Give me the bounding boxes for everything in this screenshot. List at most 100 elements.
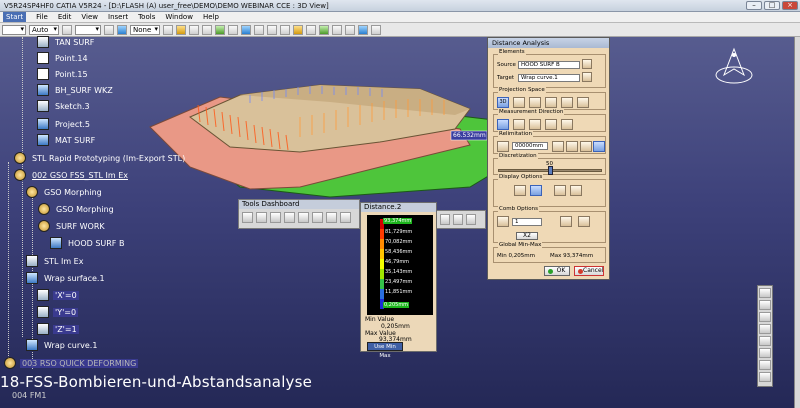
tool-icon[interactable] [759,348,771,358]
minimize-button[interactable]: – [746,1,762,10]
menu-edit[interactable]: Edit [58,12,72,22]
pan-icon[interactable] [241,24,251,35]
layer-icon[interactable] [62,24,72,35]
dashboard-tool-icon[interactable] [340,212,351,223]
update-icon[interactable] [215,24,225,35]
hide-show-icon[interactable] [332,24,342,35]
tool-icon[interactable] [759,360,771,370]
close-button[interactable]: × [782,1,798,10]
source-field[interactable]: HOOD SURF B [518,61,580,69]
direction-compass-icon[interactable] [561,119,573,130]
projection-x-icon[interactable] [513,97,525,108]
fit-all-icon[interactable] [228,24,238,35]
tree-item[interactable]: 003 RSO QUICK DEFORMING [4,357,139,369]
shading-icon[interactable] [319,24,329,35]
dashboard-tool-icon[interactable] [256,212,267,223]
display-envelope-icon[interactable] [570,185,582,196]
tree-item[interactable]: HOOD SURF B [50,237,126,249]
tree-item[interactable]: 004 FM1 [12,391,46,400]
projection-z-icon[interactable] [545,97,557,108]
use-min-max-button[interactable]: Use Min Max [367,342,403,359]
source-select-icon[interactable] [582,59,592,69]
tree-item[interactable]: GSO Morphing [26,186,104,198]
tree-item[interactable]: Point.15 [37,68,90,80]
tree-item[interactable]: 002 GSO FSS_STL Im Ex [14,169,130,181]
display-full-icon[interactable] [530,185,542,196]
projection-3d-button[interactable]: 3D [497,97,509,108]
menu-view[interactable]: View [81,12,98,22]
target-field[interactable]: Wrap curve.1 [518,74,580,82]
dashboard-tool-icon[interactable] [242,212,253,223]
tree-item[interactable]: 'Z'=1 [37,323,79,335]
display-comb-icon[interactable] [554,185,566,196]
iso-view-icon[interactable] [306,24,316,35]
tree-item[interactable]: 'X'=0 [37,289,79,301]
ok-button[interactable]: OK [544,266,570,276]
comb-icon[interactable] [497,216,509,227]
layer-combo[interactable]: None [130,24,160,35]
normal-view-icon[interactable] [293,24,303,35]
menu-window[interactable]: Window [165,12,193,22]
relimit-curve-icon[interactable] [566,141,578,152]
tool-icon[interactable] [759,372,771,382]
properties-icon[interactable] [104,24,114,35]
comb-scale-button[interactable]: X2 [516,232,538,240]
relimit-point-icon[interactable] [552,141,564,152]
tree-item[interactable]: 'Y'=0 [37,306,79,318]
display-limited-icon[interactable] [514,185,526,196]
dashboard-tool-icon[interactable] [440,214,450,225]
cancel-button[interactable]: Cancel [574,266,604,276]
menu-file[interactable]: File [36,12,48,22]
discretization-thumb[interactable] [548,166,553,175]
tree-item[interactable]: Project.5 [37,118,92,130]
tree-item[interactable]: SURF WORK [38,220,107,232]
tree-item[interactable]: Point.14 [37,52,90,64]
direction-normal-icon[interactable] [497,119,509,130]
dashboard-tool-icon[interactable] [270,212,281,223]
projection-y-icon[interactable] [529,97,541,108]
tree-item[interactable]: Wrap curve.1 [26,339,99,351]
material-icon[interactable] [371,24,381,35]
comb-envelope-icon[interactable] [578,216,590,227]
measure-icon[interactable] [358,24,368,35]
catalog-icon[interactable] [176,24,186,35]
dashboard-tool-icon[interactable] [298,212,309,223]
paint-icon[interactable] [117,24,127,35]
maximize-button[interactable]: □ [764,1,780,10]
projection-planar-icon[interactable] [577,97,589,108]
comb-density-field[interactable]: 1 [512,218,542,226]
compass-icon[interactable] [712,45,756,91]
menu-tools[interactable]: Tools [138,12,155,22]
width-combo[interactable] [75,24,101,35]
target-select-icon[interactable] [582,72,592,82]
tree-item[interactable]: TAN SURF [37,36,96,48]
tool-icon[interactable] [759,312,771,322]
tool-icon[interactable] [759,300,771,310]
tool-icon[interactable] [759,324,771,334]
zoom-out-icon[interactable] [280,24,290,35]
format-painter-icon[interactable] [163,24,173,35]
tool-icon[interactable] [759,288,771,298]
menu-help[interactable]: Help [203,12,219,22]
tree-item[interactable]: BH_SURF WKZ [37,84,115,96]
undo-icon[interactable] [189,24,199,35]
dashboard-tool-icon[interactable] [312,212,323,223]
tree-item[interactable]: Wrap surface.1 [26,272,107,284]
relimit-d-icon[interactable] [593,141,605,152]
tree-item[interactable]: Sketch.3 [37,100,92,112]
direction-z-icon[interactable] [545,119,557,130]
dashboard-tool-icon[interactable] [466,214,476,225]
tree-item[interactable]: GSO Morphing [38,203,116,215]
tree-item[interactable]: STL Rapid Prototyping (Im-Export STL) [14,152,187,164]
tool-icon[interactable] [759,336,771,346]
thickness-combo[interactable]: Auto [29,24,59,35]
linetype-combo[interactable] [2,24,26,35]
menu-insert[interactable]: Insert [108,12,128,22]
direction-x-icon[interactable] [513,119,525,130]
rotate-icon[interactable] [254,24,264,35]
dashboard-tool-icon[interactable] [284,212,295,223]
menu-start[interactable]: Start [3,12,27,22]
dashboard-tool-icon[interactable] [453,214,463,225]
zoom-in-icon[interactable] [267,24,277,35]
tree-item[interactable]: STL Im Ex [26,255,85,267]
